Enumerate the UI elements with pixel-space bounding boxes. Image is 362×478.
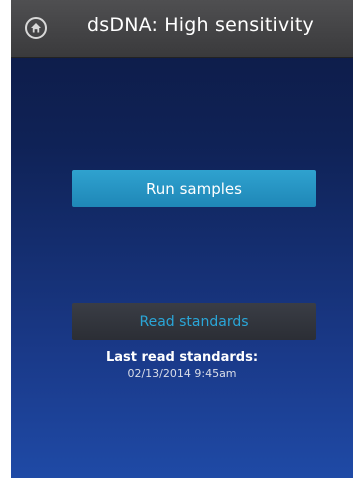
last-read-standards-date: 02/13/2014 9:45am <box>127 367 237 380</box>
last-read-standards-label: Last read standards: <box>105 350 259 365</box>
run-samples-button[interactable]: Run samples <box>72 170 316 207</box>
page-title: dsDNA: High sensitivity <box>87 14 314 36</box>
run-samples-label: Run samples <box>146 179 242 198</box>
app-header: dsDNA: High sensitivity <box>11 0 353 58</box>
read-standards-button[interactable]: Read standards <box>72 303 316 340</box>
device-screen: dsDNA: High sensitivity Run samples Read… <box>11 0 353 478</box>
home-button[interactable] <box>25 17 47 39</box>
read-standards-label: Read standards <box>139 313 249 330</box>
home-icon <box>31 23 41 33</box>
